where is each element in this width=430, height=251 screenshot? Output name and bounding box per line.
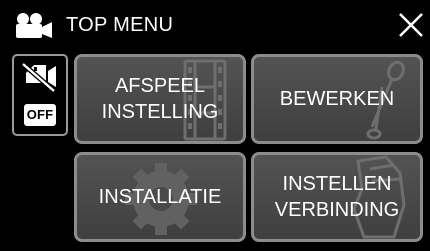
playback-settings-button[interactable]: AFSPEEL INSTELLING [74,54,246,144]
media-status-panel: OFF [12,54,68,136]
video-camera-icon [16,13,52,38]
no-sd-card-icon [21,62,56,93]
playback-settings-label: AFSPEEL INSTELLING [101,75,219,123]
connection-settings-button[interactable]: INSTELLEN VERBINDING [251,152,423,242]
edit-button[interactable]: BEWERKEN [251,54,423,144]
page-title: TOP MENU [66,14,174,36]
top-bar: TOP MENU [0,0,430,48]
setup-button[interactable]: INSTALLATIE [74,152,246,242]
off-badge: OFF [24,104,56,126]
close-icon[interactable] [396,10,426,40]
setup-label: INSTALLATIE [98,186,222,208]
connection-settings-label: INSTELLEN VERBINDING [274,173,400,221]
edit-label: BEWERKEN [279,88,395,110]
